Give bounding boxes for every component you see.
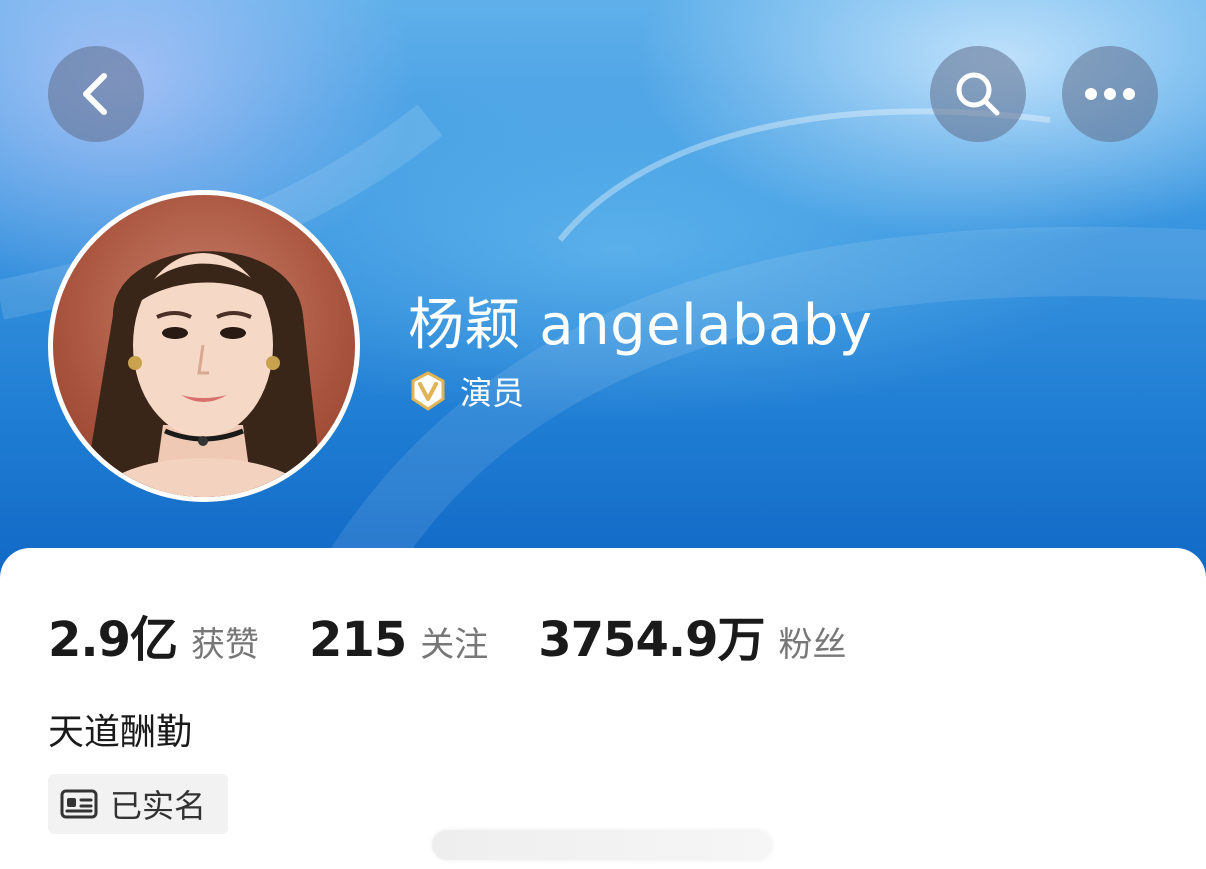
following-count: 215 (309, 612, 407, 668)
back-button[interactable] (48, 46, 144, 142)
stat-followers[interactable]: 3754.9万 粉丝 (538, 600, 846, 670)
chevron-left-icon (83, 73, 107, 115)
likes-label: 获赞 (191, 625, 260, 665)
id-card-icon (60, 789, 98, 819)
verified-label: 已实名 (110, 787, 207, 825)
real-name-verified-chip[interactable]: 已实名 (48, 774, 228, 834)
search-button[interactable] (930, 46, 1026, 142)
avatar-photo (83, 251, 323, 497)
stat-likes[interactable]: 2.9亿 获赞 (48, 600, 259, 670)
following-label: 关注 (420, 625, 489, 665)
likes-count: 2.9亿 (48, 612, 178, 668)
more-dots-icon (1085, 88, 1135, 100)
profile-name: 杨颖 angelababy (408, 293, 873, 358)
bio-text: 天道酬勤 (48, 712, 193, 753)
stat-following[interactable]: 215 关注 (309, 612, 488, 668)
stats-row: 2.9亿 获赞 215 关注 3754.9万 粉丝 (48, 600, 896, 670)
collapsed-content-placeholder (432, 830, 772, 860)
followers-label: 粉丝 (778, 625, 847, 665)
more-button[interactable] (1062, 46, 1158, 142)
verified-role: 演员 (408, 368, 524, 414)
role-label: 演员 (460, 374, 525, 412)
verified-v-badge-icon (411, 371, 445, 411)
avatar[interactable] (48, 190, 360, 502)
search-icon (956, 72, 1000, 116)
followers-count: 3754.9万 (538, 612, 765, 668)
